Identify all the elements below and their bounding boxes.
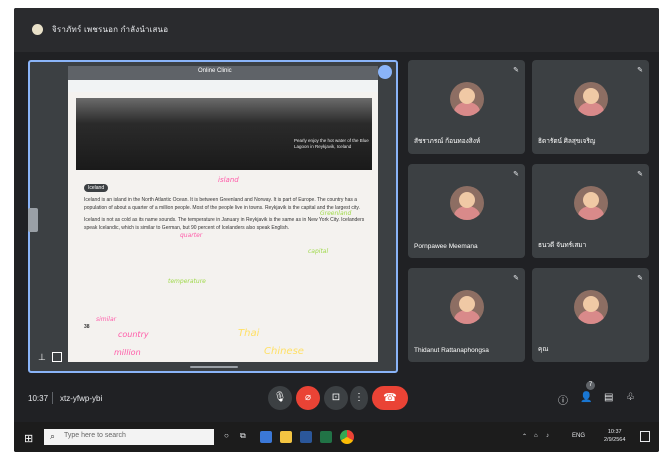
slide-photo: Pearly enjoy the hot water of the Blue L… <box>76 98 372 170</box>
search-placeholder: Type here to search <box>64 432 126 439</box>
participant-tile[interactable]: ✎ คุณ <box>532 268 649 362</box>
top-bar: จิราภัทร์ เพชรนอก กำลังนำเสนอ <box>14 8 659 52</box>
participant-tile[interactable]: ✎ ธิดารัตน์ ศิลสุขเจริญ <box>532 60 649 154</box>
participant-name: ธนวดี จันทร์เสมา <box>538 242 587 249</box>
mic-muted-icon: ✎ <box>513 171 519 178</box>
present-button[interactable]: ⊡ <box>324 386 348 410</box>
divider <box>52 392 53 404</box>
word-icon[interactable] <box>300 431 312 443</box>
cortana-icon[interactable]: ○ <box>224 431 229 440</box>
presenting-title: จิราภัทร์ เพชรนอก กำลังนำเสนอ <box>52 25 169 34</box>
activities-icon[interactable]: ♧ <box>626 392 635 403</box>
hangup-icon: ☎ <box>383 392 397 404</box>
participant-name: คุณ <box>538 346 549 353</box>
share-status-icon[interactable] <box>378 65 392 79</box>
participant-name: Pornpawee Meemana <box>414 243 478 250</box>
camera-off-icon: ⌀ <box>304 392 312 403</box>
participant-tile[interactable]: ✎ Thidanut Rattanaphongsa <box>408 268 525 362</box>
participant-tile[interactable]: ✎ Pornpawee Meemana <box>408 164 525 258</box>
search-icon: ⌕ <box>50 431 56 441</box>
network-icon[interactable]: ⌂ <box>534 433 538 439</box>
photo-caption: Pearly enjoy the hot water of the Blue L… <box>294 138 369 149</box>
taskbar-time: 10:37 <box>607 429 622 435</box>
mic-muted-icon: ✎ <box>637 171 643 178</box>
volume-icon[interactable]: ♪ <box>546 433 549 439</box>
leave-call-button[interactable]: ☎ <box>372 386 408 410</box>
meeting-controls-bar: 10:37 xtz-yfwp-ybi 🎙 ⌀ ⊡ ⋮ ☎ ⓘ 👤 7 ▤ ♧ <box>14 376 659 422</box>
side-drag-handle[interactable] <box>28 208 38 232</box>
meeting-code: xtz-yfwp-ybi <box>60 394 103 403</box>
presenter-pin-icon <box>32 24 43 35</box>
paragraph-2: Iceland is not as cold as its name sound… <box>84 217 365 231</box>
notification-icon[interactable] <box>640 431 650 442</box>
horizontal-scrollbar[interactable] <box>190 366 238 368</box>
people-count-badge: 7 <box>586 381 595 390</box>
section-label: Iceland <box>84 184 109 192</box>
annotation: quarter <box>180 232 203 239</box>
avatar <box>450 186 484 220</box>
more-icon: ⋮ <box>354 392 364 403</box>
chat-icon[interactable]: ▤ <box>604 392 613 403</box>
slide-page: Pearly enjoy the hot water of the Blue L… <box>68 92 378 362</box>
more-options-button[interactable]: ⋮ <box>350 386 368 410</box>
fullscreen-icon[interactable] <box>52 352 62 362</box>
annotation: Thai <box>238 328 260 339</box>
annotation: Chinese <box>264 346 304 357</box>
task-view-icon[interactable]: ⧉ <box>240 431 246 441</box>
mic-muted-icon: ✎ <box>637 275 643 282</box>
annotation: temperature <box>168 278 206 285</box>
file-explorer-icon[interactable] <box>280 431 292 443</box>
avatar <box>450 290 484 324</box>
taskbar-clock[interactable]: 10:37 2/9/2564 <box>604 428 625 444</box>
excel-icon[interactable] <box>320 431 332 443</box>
people-icon[interactable]: 👤 <box>580 392 592 403</box>
shared-app-title: Online Clinic <box>198 68 232 74</box>
annotation: country <box>118 330 149 339</box>
annotation: capital <box>308 248 329 255</box>
present-icon: ⊡ <box>331 392 341 403</box>
annotation: million <box>114 348 141 357</box>
taskbar-date: 2/9/2564 <box>604 437 626 443</box>
participant-name: ธิดารัตน์ ศิลสุขเจริญ <box>538 138 596 145</box>
pin-icon[interactable]: ⊥ <box>38 352 48 362</box>
info-icon[interactable]: ⓘ <box>558 392 568 407</box>
mic-muted-icon: ✎ <box>513 67 519 74</box>
mic-button[interactable]: 🎙 <box>268 386 292 410</box>
shared-app-titlebar: Online Clinic <box>68 66 378 80</box>
avatar <box>574 82 608 116</box>
participant-tile[interactable]: ✎ ธนวดี จันทร์เสมา <box>532 164 649 258</box>
mic-muted-icon: ✎ <box>637 67 643 74</box>
mic-muted-icon: ✎ <box>513 275 519 282</box>
windows-start-icon[interactable]: ⊞ <box>24 432 33 445</box>
participant-name: สัชราภรณ์ ก้อนทองสิงห์ <box>414 138 481 145</box>
edge-icon[interactable] <box>260 431 272 443</box>
meet-window: จิราภัทร์ เพชรนอก กำลังนำเสนอ Online Cli… <box>14 8 659 452</box>
annotation: Greenland <box>320 210 352 217</box>
page-number: 38 <box>84 324 90 330</box>
shared-app-toolbar <box>68 80 378 92</box>
camera-toggle-button[interactable]: ⌀ <box>296 386 320 410</box>
mic-icon: 🎙 <box>273 392 287 403</box>
windows-taskbar: ⊞ ⌕ Type here to search ○ ⧉ ⌃ ⌂ ♪ ENG 10… <box>14 422 659 452</box>
avatar <box>574 290 608 324</box>
avatar <box>450 82 484 116</box>
annotation: island <box>218 176 239 184</box>
chrome-icon[interactable] <box>340 430 354 444</box>
tray-chevron-icon[interactable]: ⌃ <box>522 433 527 440</box>
annotation: similar <box>96 316 117 323</box>
shared-screen[interactable]: Online Clinic Pearly enjoy the hot water… <box>28 60 398 373</box>
avatar <box>574 186 608 220</box>
participant-name: Thidanut Rattanaphongsa <box>414 347 489 354</box>
input-language[interactable]: ENG <box>572 433 585 439</box>
participant-tile[interactable]: ✎ สัชราภรณ์ ก้อนทองสิงห์ <box>408 60 525 154</box>
taskbar-search-input[interactable]: ⌕ Type here to search <box>44 429 214 445</box>
meeting-clock: 10:37 <box>28 394 49 403</box>
